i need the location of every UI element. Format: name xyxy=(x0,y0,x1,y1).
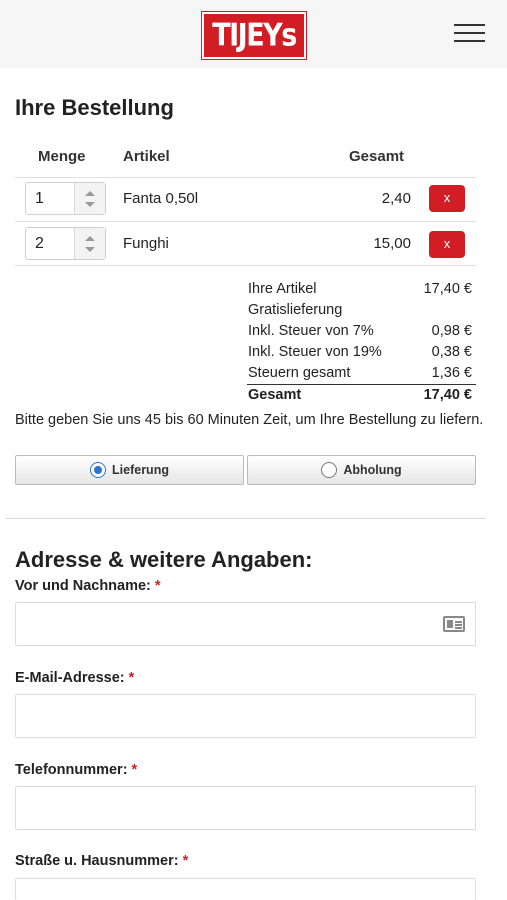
item-total: 2,40 xyxy=(381,190,411,207)
phone-field-label: Telefonnummer: * xyxy=(15,762,138,778)
quantity-stepper[interactable]: 2 xyxy=(25,227,106,260)
required-mark: * xyxy=(131,762,138,778)
summary-tax-total-label: Steuern gesamt xyxy=(248,365,351,381)
summary-tax7-label: Inkl. Steuer von 7% xyxy=(248,323,374,339)
summary-items-value: 17,40 € xyxy=(423,281,472,297)
delivery-option-button[interactable]: Lieferung xyxy=(15,455,244,485)
summary-tax7-value: 0,98 € xyxy=(431,323,472,339)
pickup-option-label: Abholung xyxy=(343,463,402,477)
top-bar: TIJEYs xyxy=(0,0,507,68)
email-field[interactable] xyxy=(15,694,476,738)
street-field[interactable] xyxy=(15,878,476,900)
hamburger-menu-icon[interactable] xyxy=(454,22,486,44)
row-divider xyxy=(15,221,476,222)
summary-grand-value: 17,40 € xyxy=(423,387,472,403)
quantity-stepper[interactable]: 1 xyxy=(25,182,106,215)
delivery-option-label: Lieferung xyxy=(112,463,169,477)
address-section-title: Adresse & weitere Angaben: xyxy=(15,547,313,572)
quantity-spin-buttons[interactable] xyxy=(74,183,105,214)
remove-item-button[interactable]: x xyxy=(429,185,465,212)
street-field-label: Straße u. Hausnummer: * xyxy=(15,853,189,869)
section-divider xyxy=(6,518,486,519)
name-field[interactable] xyxy=(15,602,476,646)
item-name: Fanta 0,50l xyxy=(123,190,199,207)
chevron-down-icon[interactable] xyxy=(85,247,95,252)
required-mark: * xyxy=(182,853,189,869)
email-field-label: E-Mail-Adresse: * xyxy=(15,670,135,686)
contact-card-icon[interactable] xyxy=(443,616,465,632)
column-header-qty: Menge xyxy=(38,148,86,165)
chevron-up-icon[interactable] xyxy=(85,236,95,241)
quantity-value: 1 xyxy=(35,190,44,207)
item-total: 15,00 xyxy=(373,235,411,252)
quantity-spin-buttons[interactable] xyxy=(74,228,105,259)
row-divider xyxy=(15,265,476,266)
chevron-down-icon[interactable] xyxy=(85,202,95,207)
summary-tax19-value: 0,38 € xyxy=(431,344,472,360)
delivery-time-info: Bitte geben Sie uns 45 bis 60 Minuten Ze… xyxy=(15,412,484,428)
column-header-total: Gesamt xyxy=(349,148,405,165)
phone-field[interactable] xyxy=(15,786,476,830)
column-header-item: Artikel xyxy=(123,148,170,165)
chevron-up-icon[interactable] xyxy=(85,191,95,196)
remove-item-button[interactable]: x xyxy=(429,231,465,258)
radio-unselected-icon[interactable] xyxy=(321,462,338,478)
required-mark: * xyxy=(128,670,135,686)
required-mark: * xyxy=(154,578,161,594)
row-divider xyxy=(15,177,476,178)
summary-tax-total-value: 1,36 € xyxy=(431,365,472,381)
pickup-option-button[interactable]: Abholung xyxy=(247,455,476,485)
summary-divider xyxy=(247,384,476,385)
brand-logo-text: TIJEYs xyxy=(212,17,297,54)
item-name: Funghi xyxy=(123,235,169,252)
radio-selected-icon[interactable] xyxy=(90,462,107,478)
summary-delivery-label: Gratislieferung xyxy=(248,302,343,318)
summary-grand-label: Gesamt xyxy=(248,387,302,403)
brand-logo[interactable]: TIJEYs xyxy=(202,12,306,59)
quantity-value: 2 xyxy=(35,235,44,252)
summary-tax19-label: Inkl. Steuer von 19% xyxy=(248,344,382,360)
order-title: Ihre Bestellung xyxy=(15,95,174,120)
name-field-label: Vor und Nachname: * xyxy=(15,578,161,594)
summary-items-label: Ihre Artikel xyxy=(248,281,317,297)
